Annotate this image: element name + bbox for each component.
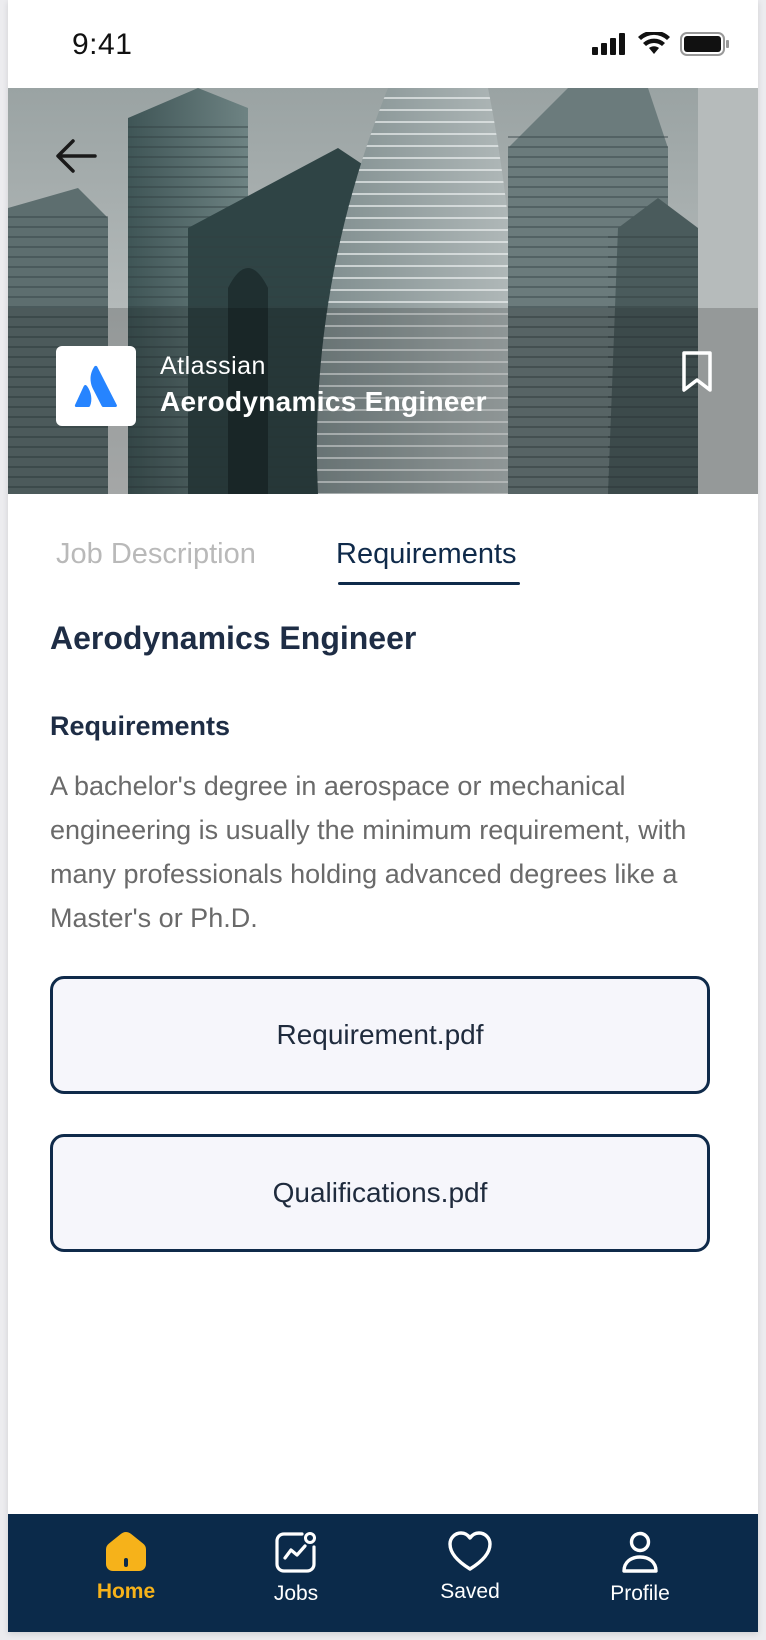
active-tab-indicator (338, 582, 520, 585)
nav-home[interactable]: Home (66, 1530, 186, 1604)
signal-icon (592, 33, 625, 55)
tab-requirements[interactable]: Requirements (336, 538, 517, 571)
file-qualifications-pdf[interactable]: Qualifications.pdf (50, 1134, 710, 1252)
home-icon (106, 1532, 146, 1571)
nav-jobs[interactable]: Jobs (236, 1530, 356, 1606)
company-name: Atlassian (160, 352, 266, 380)
city-skyline-image (8, 88, 758, 494)
back-button[interactable] (48, 128, 104, 184)
bookmark-icon (682, 351, 712, 392)
bookmark-button[interactable] (680, 350, 714, 394)
atlassian-logo-icon (74, 365, 117, 407)
nav-profile[interactable]: Profile (580, 1530, 700, 1606)
nav-home-label: Home (96, 1580, 156, 1603)
content-title: Aerodynamics Engineer (50, 620, 417, 656)
file-requirement-pdf[interactable]: Requirement.pdf (50, 976, 710, 1094)
app-screen: 9:41 Atlassian Aerodynamics Engineer Job… (8, 0, 758, 1632)
bottom-nav: Home Jobs Saved Profile (8, 1514, 758, 1632)
requirements-content: Aerodynamics Engineer Requirements A bac… (50, 620, 718, 940)
status-icons (592, 32, 730, 56)
hero-header: Atlassian Aerodynamics Engineer (8, 88, 758, 494)
status-time: 9:41 (72, 28, 133, 61)
nav-saved[interactable]: Saved (410, 1530, 530, 1604)
heart-icon (448, 1531, 492, 1571)
jobs-icon (275, 1532, 316, 1573)
tab-job-description[interactable]: Job Description (56, 538, 256, 571)
nav-saved-label: Saved (440, 1580, 500, 1603)
profile-icon (622, 1531, 658, 1573)
nav-jobs-label: Jobs (273, 1582, 319, 1605)
status-bar: 9:41 (8, 0, 758, 88)
job-title: Aerodynamics Engineer (160, 386, 487, 417)
requirements-text: A bachelor's degree in aerospace or mech… (50, 771, 687, 933)
tab-bar: Job Description Requirements (8, 494, 758, 594)
company-logo (56, 346, 136, 426)
nav-profile-label: Profile (610, 1582, 670, 1605)
section-title: Requirements (50, 711, 231, 741)
battery-icon (680, 32, 729, 56)
arrow-left-icon (56, 139, 97, 173)
wifi-icon (638, 32, 670, 54)
